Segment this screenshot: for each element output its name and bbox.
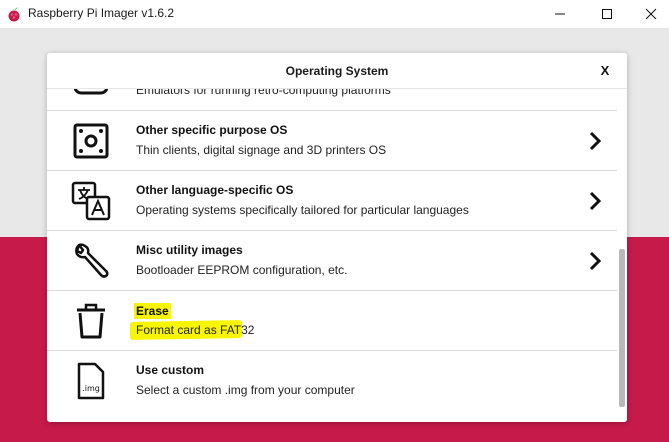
maximize-button[interactable] (584, 0, 630, 28)
item-title: Erase (134, 303, 171, 319)
chevron-right-icon (589, 131, 602, 151)
title-bar: Raspberry Pi Imager v1.6.2 (0, 0, 669, 28)
list-item-specific-purpose[interactable]: Other specific purpose OS Thin clients, … (47, 110, 617, 170)
item-description: Emulators for running retro-computing pl… (136, 88, 391, 97)
minimize-button[interactable] (537, 0, 583, 28)
scrollbar-thumb[interactable] (619, 249, 625, 407)
dice-icon (73, 123, 109, 159)
trash-icon (77, 303, 105, 339)
dialog-close-button[interactable]: X (587, 53, 623, 88)
close-icon (645, 8, 657, 20)
list-item-erase[interactable]: Erase Format card as FAT32 (47, 290, 617, 350)
chevron-right-icon (589, 191, 602, 211)
translate-icon (71, 181, 111, 221)
item-description: Format card as FAT32 (136, 323, 255, 337)
raspberry-logo-icon (8, 7, 20, 22)
dialog-title: Operating System (47, 53, 627, 89)
img-file-icon: .img (77, 362, 105, 400)
item-description: Operating systems specifically tailored … (136, 203, 469, 217)
maximize-icon (602, 9, 612, 19)
list-item-language-specific[interactable]: Other language-specific OS Operating sys… (47, 170, 617, 230)
wrench-icon (75, 243, 109, 278)
item-title: Misc utility images (136, 243, 243, 257)
img-file-icon-label: .img (82, 384, 100, 393)
item-description: Select a custom .img from your computer (136, 383, 355, 397)
list-item-emulation[interactable]: Emulators for running retro-computing pl… (47, 88, 617, 110)
minimize-icon (555, 13, 565, 15)
window-close-button[interactable] (628, 0, 669, 28)
chevron-right-icon (589, 251, 602, 271)
item-title: Use custom (136, 363, 205, 377)
item-title: Other specific purpose OS (136, 123, 288, 137)
gamepad-icon (73, 88, 109, 95)
list-item-use-custom[interactable]: .img Use custom Select a custom .img fro… (47, 350, 617, 410)
os-dialog: Operating System X Emulators for running… (47, 53, 627, 422)
os-list: Emulators for running retro-computing pl… (47, 88, 617, 422)
item-description: Bootloader EEPROM configuration, etc. (136, 263, 348, 277)
item-description: Thin clients, digital signage and 3D pri… (136, 143, 387, 157)
list-item-misc-utility[interactable]: Misc utility images Bootloader EEPROM co… (47, 230, 617, 290)
window-title: Raspberry Pi Imager v1.6.2 (28, 6, 175, 20)
item-title: Other language-specific OS (136, 183, 294, 197)
